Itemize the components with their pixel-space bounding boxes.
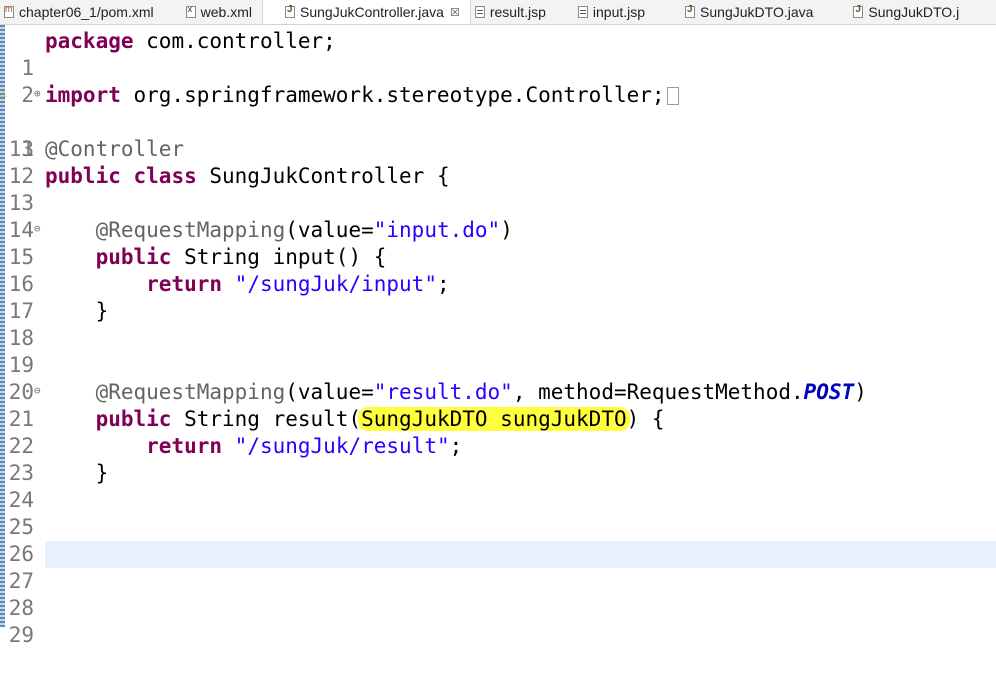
tab-input-jsp[interactable]: input.jsp (556, 0, 655, 24)
maven-file-icon (4, 4, 14, 18)
java-file-icon (285, 4, 295, 18)
tab-label: SungJukController.java (300, 4, 444, 20)
tab-label: chapter06_1/pom.xml (19, 4, 154, 20)
expand-fold-icon[interactable]: ⊕ (34, 82, 41, 105)
annotation: @RequestMapping (95, 218, 286, 242)
code-line: ⚠ 3 ⊕ import org.springframework.stereot… (0, 82, 996, 161)
code-line: 19 (0, 325, 996, 377)
code-line: 28 (0, 568, 996, 620)
line-code: @RequestMapping(value="result.do", metho… (95, 380, 867, 404)
line-code: return "/sungJuk/result"; (146, 434, 463, 458)
keyword: class (133, 164, 197, 188)
line-code: return "/sungJuk/input"; (146, 272, 450, 296)
code-line: 15 ⊖ @RequestMapping(value="input.do") (0, 217, 996, 269)
tab-sungjukdto-java[interactable]: SungJukDTO.java (655, 0, 823, 24)
warning-icon[interactable]: ⚠ (0, 86, 7, 101)
tab-sungjukdto-java-2[interactable]: SungJukDTO.j (823, 0, 969, 24)
keyword: public (95, 407, 172, 431)
current-code-line[interactable]: 27 (0, 541, 996, 593)
line-code: } (95, 299, 109, 323)
string-literal: "/sungJuk/input" (234, 272, 437, 296)
java-file-icon (685, 4, 696, 18)
keyword: return (146, 434, 223, 458)
keyword: public (95, 245, 172, 269)
code-line: 1 package com.controller; (0, 28, 996, 80)
line-code: @Controller (45, 136, 184, 163)
keyword: package (45, 29, 134, 53)
tab-label: web.xml (200, 4, 252, 20)
collapse-fold-icon[interactable]: ⊖ (34, 217, 41, 240)
tab-pom-xml[interactable]: chapter06_1/pom.xml (0, 0, 164, 24)
code-line: 22 public String result(SungJukDTO sungJ… (0, 406, 996, 458)
tab-label: result.jsp (489, 4, 546, 20)
line-number: 29 (8, 623, 34, 647)
code-line: 12 @Controller (0, 136, 996, 188)
code-line: 13 public class SungJukController { (0, 163, 996, 215)
code-editor[interactable]: 1 package com.controller; 2 ⚠ 3 ⊕ import… (0, 28, 996, 647)
keyword: import (45, 83, 121, 107)
line-code: public class SungJukController { (45, 163, 450, 190)
jsp-file-icon (474, 6, 485, 18)
keyword: public (45, 164, 121, 188)
annotation: @Controller (45, 137, 185, 161)
code-text: com.controller; (133, 29, 336, 53)
code-line: 17 return "/sungJuk/input"; (0, 271, 996, 323)
code-line: 21 ⊖ @RequestMapping(value="result.do", … (0, 379, 996, 431)
code-line: 29 (0, 595, 996, 647)
code-line: 23 return "/sungJuk/result"; (0, 433, 996, 485)
tab-label: input.jsp (592, 4, 646, 20)
string-literal: "input.do" (373, 218, 501, 242)
line-code: package com.controller; (45, 28, 336, 55)
highlighted-parameter: SungJukDTO sungJukDTO (358, 407, 630, 431)
tab-web-xml[interactable]: web.xml (164, 0, 262, 24)
tab-label: SungJukDTO.java (700, 4, 814, 20)
code-line: 14 (0, 190, 996, 242)
code-line: 24 } (0, 460, 996, 512)
tab-result-jsp[interactable]: result.jsp (471, 0, 556, 24)
code-line: 11 (0, 109, 996, 161)
code-line: 20 (0, 352, 996, 404)
line-code: } (95, 461, 109, 485)
line-code: import org.springframework.stereotype.Co… (45, 82, 679, 109)
tab-sungjukcontroller-java[interactable]: SungJukController.java ☒ (262, 0, 471, 24)
tab-label: SungJukDTO.j (868, 4, 960, 20)
code-text: SungJukController { (196, 164, 450, 188)
folded-imports-icon[interactable] (666, 87, 679, 105)
code-line: 16 public String input() { (0, 244, 996, 296)
code-line: 25 (0, 487, 996, 539)
jsp-file-icon (577, 6, 588, 18)
java-file-icon (853, 4, 864, 18)
constant: POST (803, 380, 855, 404)
line-code: @RequestMapping(value="input.do") (95, 218, 513, 242)
close-tab-icon[interactable]: ☒ (450, 6, 460, 19)
code-line: 26 (0, 514, 996, 566)
code-line: 2 (0, 55, 996, 107)
string-literal: "/sungJuk/result" (234, 434, 450, 458)
code-line: 18 } (0, 298, 996, 350)
collapse-fold-icon[interactable]: ⊖ (34, 379, 41, 402)
line-code: public String result(SungJukDTO sungJukD… (95, 407, 665, 431)
line-code: public String input() { (95, 245, 387, 269)
xml-file-icon (185, 4, 196, 18)
keyword: return (146, 272, 223, 296)
annotation: @RequestMapping (95, 380, 286, 404)
editor-tab-bar: chapter06_1/pom.xml web.xml SungJukContr… (0, 0, 996, 25)
code-text: org.springframework.stereotype.Controlle… (120, 83, 665, 107)
string-literal: "result.do" (373, 380, 513, 404)
